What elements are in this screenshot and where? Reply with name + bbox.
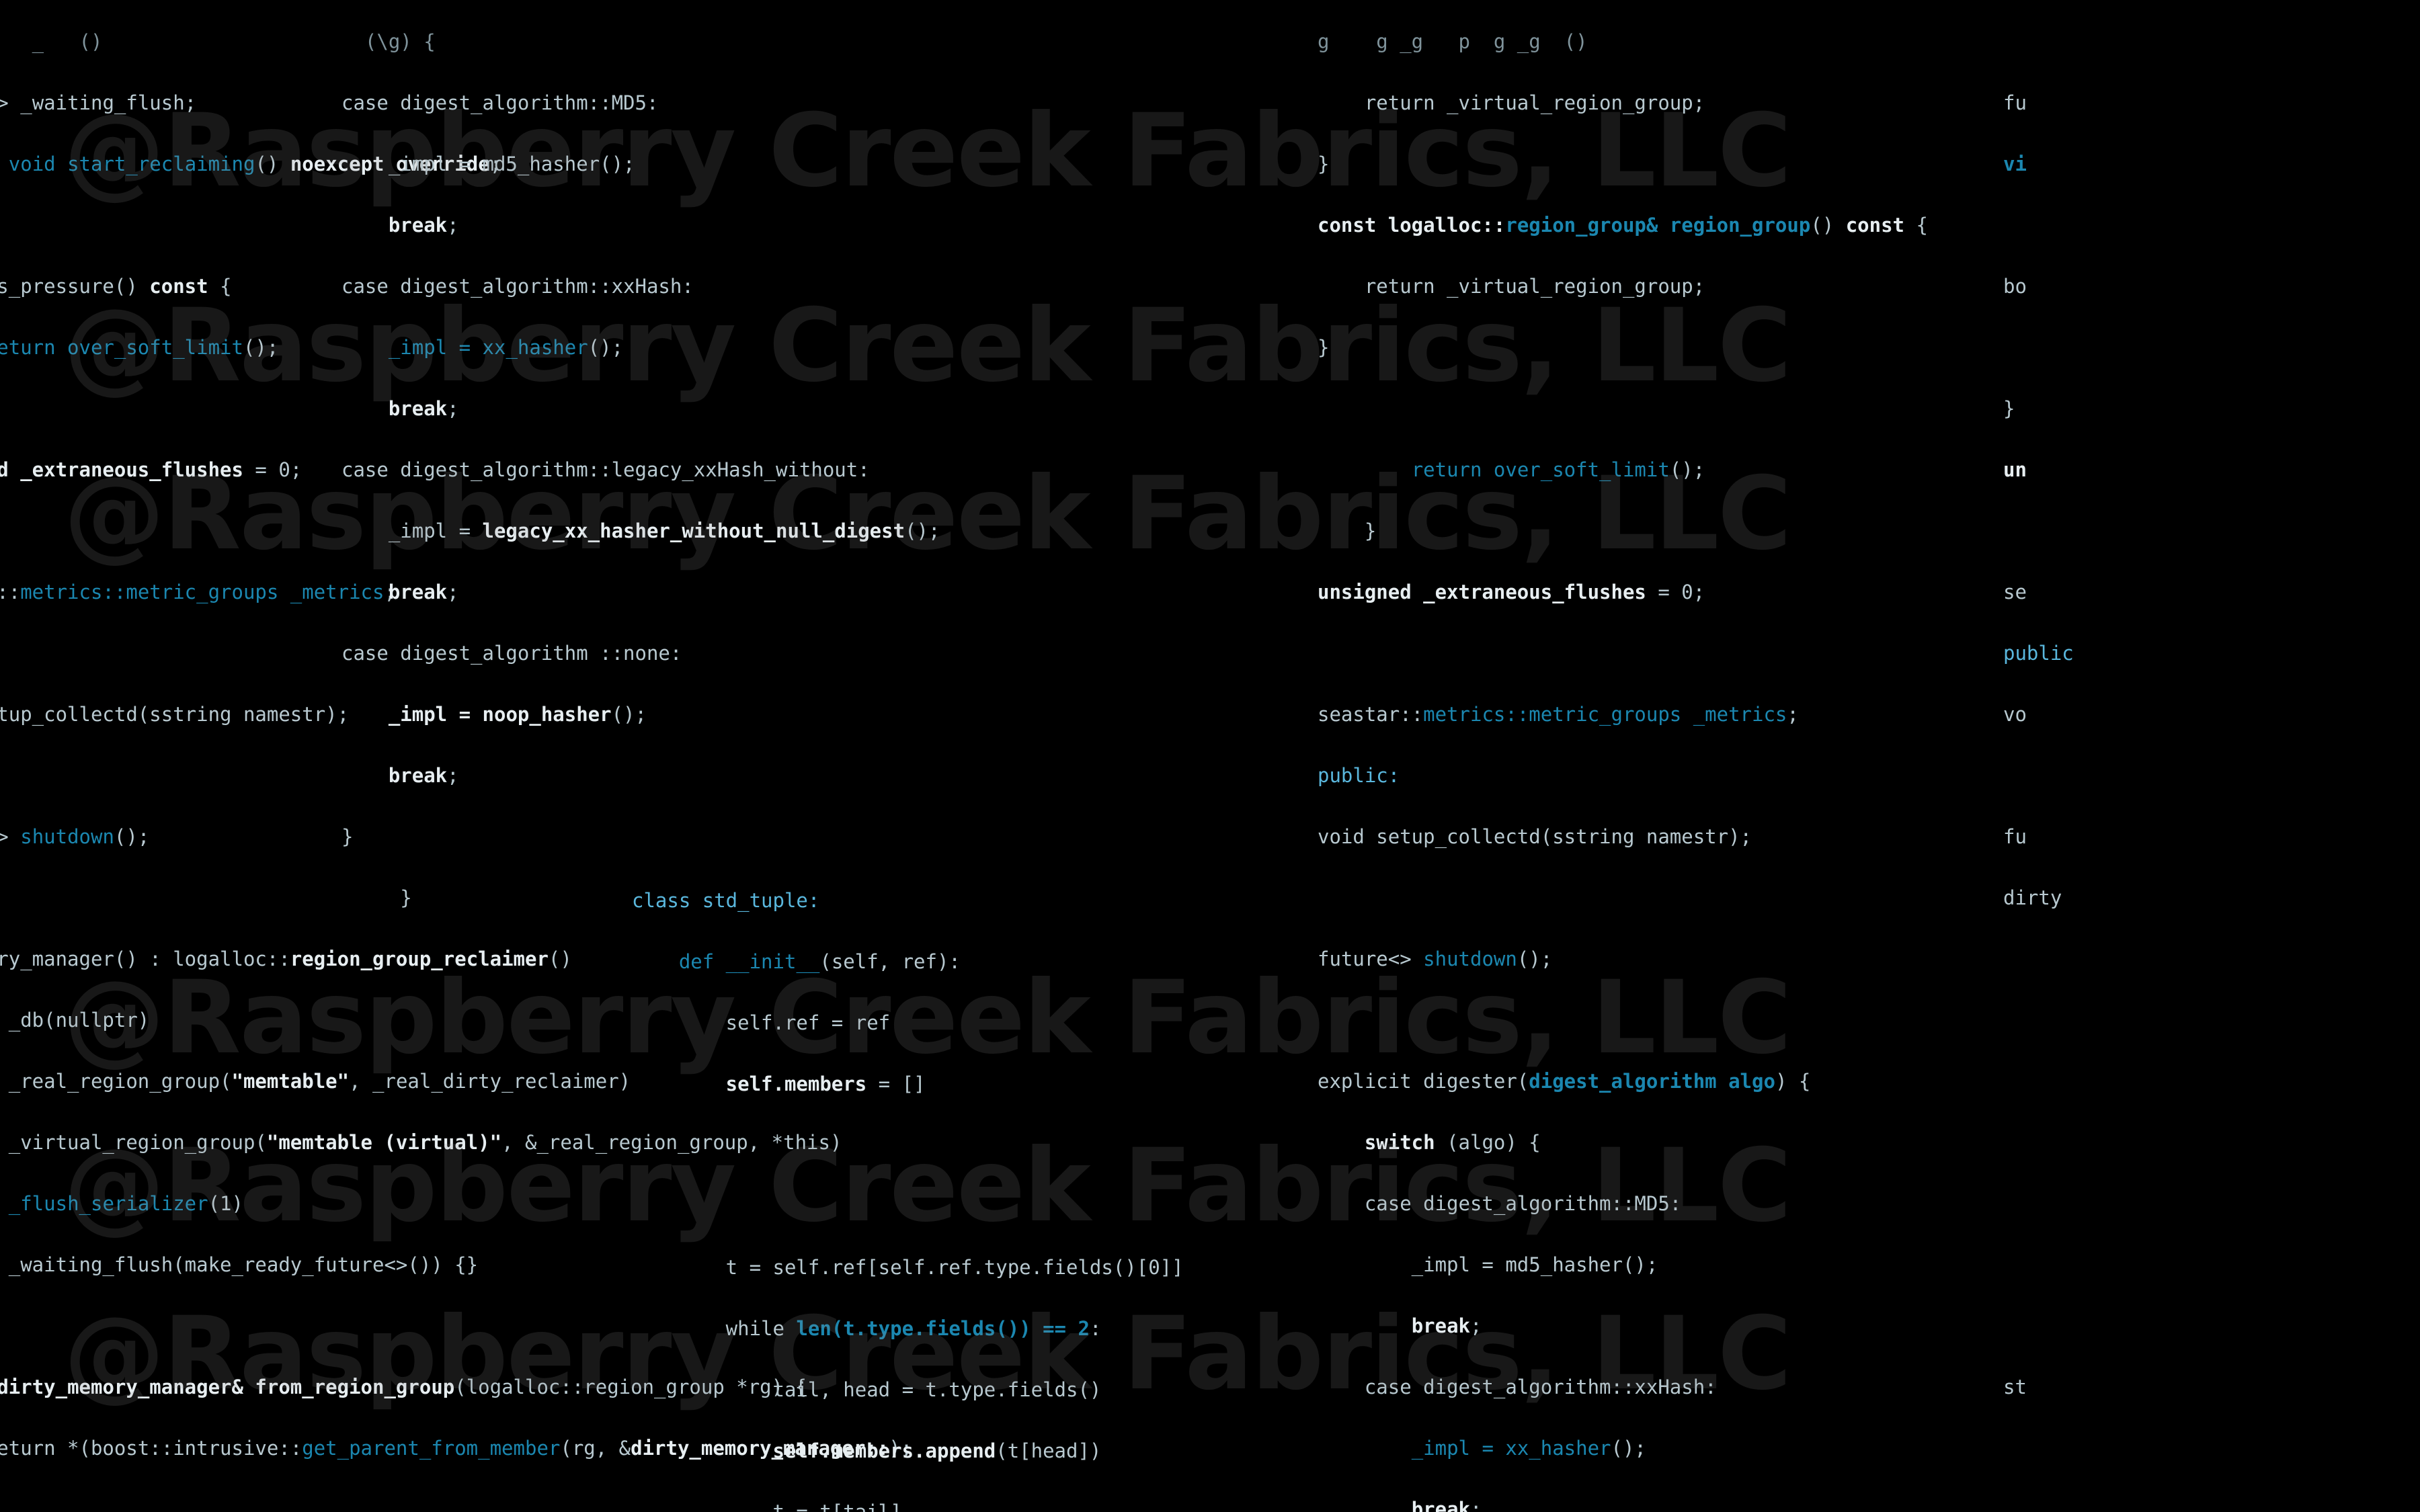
code-line: , _real_region_group("memtable", _real_d…: [8, 1069, 631, 1093]
code-line: _impl = noop_hasher();: [388, 702, 647, 726]
code-line: fu: [2003, 91, 2027, 114]
code-line: }: [2003, 396, 2015, 420]
code-line: , _virtual_region_group("memtable (virtu…: [8, 1130, 842, 1154]
code-line: case digest_algorithm::MD5:: [341, 91, 659, 114]
top-edge-mask: [0, 0, 2420, 17]
code-line: break;: [388, 763, 459, 787]
code-line: break;: [388, 580, 459, 603]
code-line: dirty: [2003, 886, 2062, 909]
code-line: _impl = md5_hasher();: [341, 152, 635, 175]
code-wallpaper: _ _ () ture<> _waiting_flush; rtual void…: [0, 0, 2420, 1512]
code-line: bo: [2003, 274, 2027, 298]
code-line: }: [341, 825, 354, 848]
code-line: case digest_algorithm::legacy_xxHash_wit…: [341, 458, 870, 481]
code-line: st: [2003, 1375, 2027, 1398]
code-line: , _flush_serializer(1): [8, 1191, 243, 1215]
code-line: atic dirty_memory_manager& from_region_g…: [0, 1375, 807, 1398]
code-line: _impl = legacy_xx_hasher_without_null_di…: [341, 519, 940, 542]
code-column-far-right: fu vi bo } un se public vo fu dirty st l…: [2003, 0, 2420, 1512]
code-line: vo: [2003, 702, 2027, 726]
code-line: (\g) {: [341, 30, 436, 53]
code-line: public: [2003, 641, 2074, 665]
code-line: , _waiting_flush(make_ready_future<>()) …: [8, 1253, 479, 1276]
code-line: break;: [388, 396, 459, 420]
code-line: un: [2003, 458, 2027, 481]
code-line: case digest_algorithm::xxHash:: [341, 274, 694, 298]
code-line: return *(boost::intrusive::get_parent_fr…: [0, 1436, 913, 1460]
code-line: se: [2003, 580, 2027, 603]
code-line: case digest_algorithm ::none:: [341, 641, 682, 665]
code-line: vi: [2003, 152, 2027, 175]
code-line: break;: [388, 213, 459, 237]
code-line: _impl = xx_hasher();: [388, 335, 624, 359]
code-line: fu: [2003, 825, 2027, 848]
